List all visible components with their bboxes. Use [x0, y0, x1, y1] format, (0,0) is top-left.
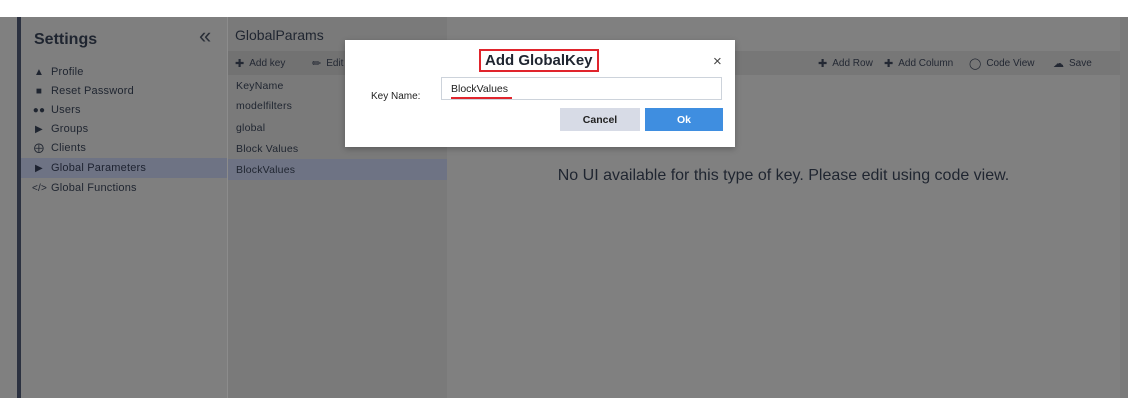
cancel-button[interactable]: Cancel	[560, 108, 640, 131]
add-column-button[interactable]: ✚ Add Column	[884, 57, 953, 70]
key-list-item-selected[interactable]: BlockValues	[228, 159, 447, 180]
key-name-value: BlockValues	[451, 83, 509, 95]
save-label: Save	[1069, 58, 1092, 69]
add-key-button[interactable]: ✚ Add key	[235, 57, 285, 70]
right-edge-bar	[1120, 17, 1128, 398]
sidebar-item-global-parameters[interactable]: ▶ Global Parameters	[21, 158, 227, 178]
modal-title: Add GlobalKey	[479, 49, 599, 72]
edit-label: Edit	[326, 58, 344, 69]
close-icon[interactable]: ×	[713, 53, 722, 70]
panel-title: GlobalParams	[235, 27, 324, 43]
sidebar-item-label: Clients	[51, 142, 87, 154]
sidebar-item-label: Reset Password	[51, 85, 134, 97]
key-label: BlockValues	[236, 163, 296, 176]
sidebar-item-label: Global Functions	[51, 182, 137, 194]
lock-icon: ■	[35, 85, 43, 97]
key-label: Block Values	[236, 142, 299, 155]
sidebar-item-label: Global Parameters	[51, 162, 147, 174]
life-ring-icon: ⨁	[33, 142, 45, 154]
code-view-button[interactable]: ◯ Code View	[969, 57, 1035, 70]
plus-icon: ✚	[235, 58, 245, 70]
sidebar-item-profile[interactable]: ▲ Profile	[21, 62, 227, 82]
add-column-label: Add Column	[898, 58, 954, 69]
sidebar-item-global-functions[interactable]: </> Global Functions	[21, 178, 227, 198]
no-ui-message: No UI available for this type of key. Pl…	[557, 167, 1010, 184]
key-label: global	[236, 121, 266, 134]
sidebar-title: Settings	[34, 31, 98, 48]
eye-icon: ◯	[969, 58, 982, 70]
pencil-icon: ✏	[312, 58, 322, 70]
user-icon: ▲	[33, 66, 45, 78]
sidebar-item-label: Profile	[51, 66, 84, 78]
add-key-label: Add key	[249, 58, 286, 69]
save-button[interactable]: ☁ Save	[1053, 57, 1092, 70]
add-global-key-modal: Add GlobalKey × Key Name: BlockValues Ca…	[345, 40, 735, 147]
sidebar-item-clients[interactable]: ⨁ Clients	[21, 138, 227, 158]
ok-button[interactable]: Ok	[645, 108, 723, 131]
plus-icon: ✚	[818, 58, 828, 70]
users-icon: ●●	[32, 104, 46, 116]
sidebar-item-label: Groups	[51, 123, 89, 135]
key-label: modelfilters	[236, 99, 293, 112]
sidebar-item-groups[interactable]: ▶ Groups	[21, 119, 227, 139]
collapse-sidebar-icon[interactable]: «	[199, 23, 211, 49]
sidebar-item-label: Users	[51, 104, 81, 116]
tag-icon: ▶	[35, 123, 43, 135]
key-name-label: Key Name:	[371, 91, 421, 102]
key-list-header-label: KeyName	[236, 79, 284, 92]
sidebar-item-reset-password[interactable]: ■ Reset Password	[21, 81, 227, 101]
code-icon: </>	[32, 182, 48, 194]
key-name-input[interactable]: BlockValues	[441, 77, 722, 100]
add-row-label: Add Row	[832, 58, 873, 69]
settings-sidebar: Settings « ▲ Profile ■ Reset Password ●●…	[21, 17, 228, 398]
code-view-label: Code View	[986, 58, 1035, 69]
tag-icon: ▶	[35, 162, 43, 174]
edit-key-button[interactable]: ✏ Edit	[312, 57, 343, 70]
sidebar-item-users[interactable]: ●● Users	[21, 100, 227, 120]
spellcheck-underline	[451, 97, 512, 99]
plus-icon: ✚	[884, 58, 894, 70]
cloud-upload-icon: ☁	[1053, 58, 1064, 70]
add-row-button[interactable]: ✚ Add Row	[818, 57, 873, 70]
